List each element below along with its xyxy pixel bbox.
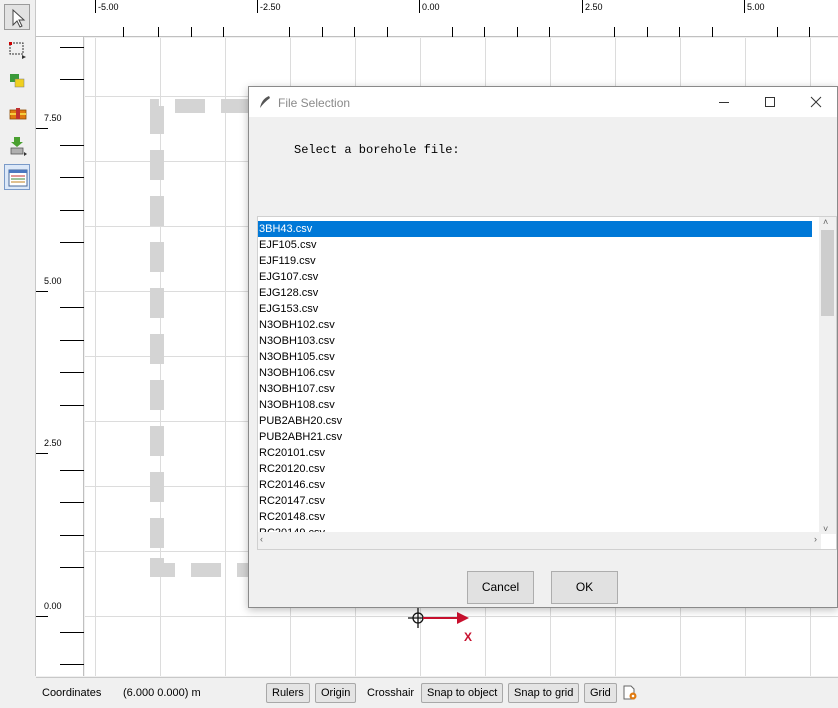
dialog-title: File Selection [278, 96, 351, 110]
file-list-item[interactable]: N3OBH108.csv [258, 397, 812, 413]
horizontal-ruler: -5.00 -2.50 0.00 2.50 5.00 [36, 0, 838, 37]
file-list-item[interactable]: RC20120.csv [258, 461, 812, 477]
vertical-scrollbar[interactable]: ˄ ˅ [819, 217, 836, 534]
toolbox-icon [9, 108, 27, 120]
dialog-prompt: Select a borehole file: [294, 143, 460, 157]
coordinates-label: Coordinates [42, 687, 102, 699]
horizontal-scrollbar[interactable]: ‹ › [258, 532, 821, 549]
file-list-item[interactable]: RC20147.csv [258, 493, 812, 509]
file-list-item[interactable]: PUB2ABH20.csv [258, 413, 812, 429]
ruler-label-y: 5.00 [44, 276, 62, 286]
file-list-item[interactable]: RC20148.csv [258, 509, 812, 525]
file-list-item[interactable]: N3OBH106.csv [258, 365, 812, 381]
file-list-item[interactable]: EJG107.csv [258, 269, 812, 285]
file-selection-dialog: File Selection Select a borehole file: 3… [248, 86, 838, 608]
import-icon [10, 137, 27, 156]
ruler-label-x: 2.50 [585, 2, 603, 12]
maximize-icon [765, 97, 775, 107]
ruler-label-x: -5.00 [98, 2, 119, 12]
ok-button[interactable]: OK [551, 571, 618, 604]
maximize-button[interactable] [747, 87, 793, 117]
toolbox-button[interactable] [4, 100, 30, 126]
file-list: 3BH43.csv EJF105.csv EJF119.csv EJG107.csv E… [258, 221, 812, 541]
file-list-item[interactable]: 3BH43.csv [258, 221, 812, 237]
scroll-left-icon[interactable]: ‹ [260, 534, 263, 544]
coordinates-value: (6.000 0.000) m [123, 687, 201, 699]
tool-palette [0, 0, 36, 676]
file-list-item[interactable]: EJG128.csv [258, 285, 812, 301]
table-button[interactable] [4, 164, 30, 190]
layers-icon [10, 74, 25, 88]
file-list-item[interactable]: N3OBH107.csv [258, 381, 812, 397]
close-button[interactable] [793, 87, 838, 117]
ruler-label-y: 0.00 [44, 601, 62, 611]
minimize-icon [719, 102, 729, 103]
file-list-item[interactable]: EJF105.csv [258, 237, 812, 253]
ruler-label-x: 0.00 [422, 2, 440, 12]
scroll-down-icon[interactable]: ˅ [823, 524, 828, 534]
scrollbar-thumb[interactable] [821, 230, 834, 316]
file-list-item[interactable]: N3OBH105.csv [258, 349, 812, 365]
vertical-ruler-ticks [36, 47, 84, 665]
rulers-toggle[interactable]: Rulers [266, 683, 310, 703]
origin-marker-icon [408, 608, 469, 628]
minimize-button[interactable] [701, 87, 747, 117]
import-button[interactable] [4, 132, 30, 158]
table-icon [8, 169, 28, 187]
select-tool-button[interactable] [4, 4, 30, 30]
origin-toggle[interactable]: Origin [315, 683, 357, 703]
ruler-label-x: 5.00 [747, 2, 765, 12]
rectangle-select-icon [9, 42, 26, 59]
settings-document-icon[interactable] [622, 685, 638, 701]
pointer-icon [12, 8, 26, 28]
dialog-titlebar[interactable]: File Selection [249, 87, 837, 117]
status-bar: Coordinates (6.000 0.000) m Rulers Origi… [36, 677, 838, 708]
feather-icon [260, 96, 270, 108]
snap-to-grid-toggle[interactable]: Snap to grid [508, 683, 580, 703]
snap-to-object-toggle[interactable]: Snap to object [421, 683, 504, 703]
ruler-label-x: -2.50 [260, 2, 281, 12]
rectangle-select-button[interactable] [4, 36, 30, 62]
file-list-item[interactable]: RC20101.csv [258, 445, 812, 461]
crosshair-toggle[interactable]: Crosshair [361, 683, 420, 703]
scroll-right-icon[interactable]: › [814, 534, 817, 544]
vertical-ruler: 7.50 5.00 2.50 0.00 [36, 37, 84, 676]
file-list-item[interactable]: EJG153.csv [258, 301, 812, 317]
x-axis-label: X [464, 630, 473, 644]
ruler-label-y: 7.50 [44, 113, 62, 123]
scroll-up-icon[interactable]: ˄ [823, 217, 828, 227]
file-listbox[interactable]: 3BH43.csv EJF105.csv EJF119.csv EJG107.csv E… [257, 216, 837, 550]
file-list-item[interactable]: RC20146.csv [258, 477, 812, 493]
cancel-button[interactable]: Cancel [467, 571, 534, 604]
file-list-item[interactable]: N3OBH102.csv [258, 317, 812, 333]
file-list-item[interactable]: EJF119.csv [258, 253, 812, 269]
file-list-item[interactable]: N3OBH103.csv [258, 333, 812, 349]
file-list-item[interactable]: PUB2ABH21.csv [258, 429, 812, 445]
ruler-label-y: 2.50 [44, 438, 62, 448]
close-icon [810, 96, 822, 108]
layers-button[interactable] [4, 68, 30, 94]
grid-toggle[interactable]: Grid [584, 683, 617, 703]
